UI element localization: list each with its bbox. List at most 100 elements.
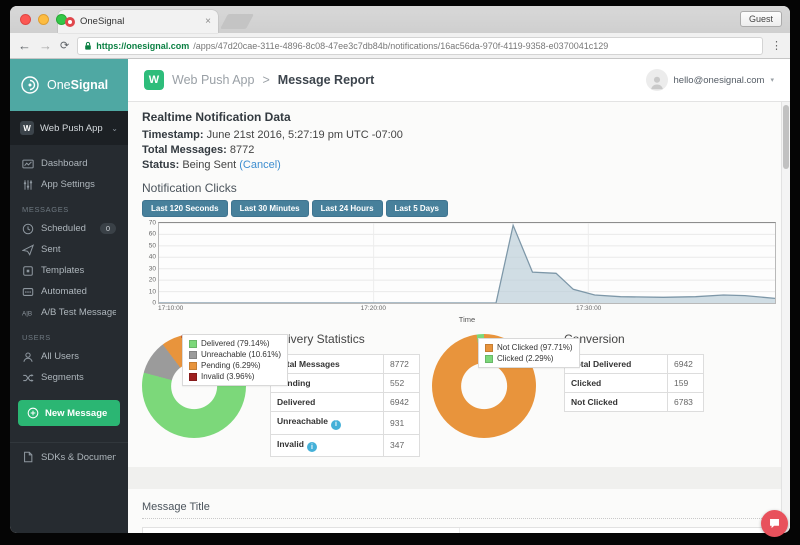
segments-icon [22, 372, 34, 384]
scrollbar[interactable] [781, 102, 790, 533]
scrollbar-thumb[interactable] [783, 105, 789, 169]
conversion-donut-legend: Not Clicked (97.71%) Clicked (2.29%) [478, 338, 580, 368]
reload-icon[interactable]: ⟳ [60, 39, 69, 52]
new-tab-button[interactable] [220, 14, 254, 29]
sidebar-item-label: Dashboard [41, 158, 88, 169]
table-row-invalid: Invalid i 347 [270, 433, 420, 457]
brand-header[interactable]: OneSignal [10, 59, 128, 111]
forward-icon[interactable]: → [39, 39, 52, 52]
browser-menu-icon[interactable]: ⋮ [771, 39, 782, 52]
breadcrumb-separator: > [262, 73, 270, 87]
avatar [645, 69, 668, 91]
clicks-chart-x-axis: 17:10:00 17:20:00 17:30:00 [158, 304, 776, 315]
chat-bubble-icon [770, 519, 779, 529]
browser-tab[interactable]: OneSignal × [58, 10, 218, 33]
chevron-down-icon: ⌄ [111, 123, 118, 133]
dashboard-icon [22, 158, 34, 170]
close-window-button[interactable] [20, 14, 31, 25]
ab-icon: A|B [22, 307, 34, 319]
user-menu[interactable]: hello@onesignal.com ▾ [645, 69, 774, 91]
sidebar-item-label: App Settings [41, 179, 95, 190]
sidebar-item-automated[interactable]: Automated [10, 281, 128, 302]
range-button-last-24-hours[interactable]: Last 24 Hours [311, 200, 383, 217]
total-messages-line: Total Messages: 8772 [142, 144, 255, 156]
tab-close-icon[interactable]: × [205, 16, 211, 27]
y-axis-tick: 50 [148, 242, 156, 250]
sidebar-item-label: Segments [41, 372, 84, 383]
stat-label: Not Clicked [564, 392, 668, 412]
table-row-unreachable: Unreachable i 931 [270, 411, 420, 435]
address-bar[interactable]: https://onesignal.com /apps/47d20cae-311… [77, 36, 763, 55]
svg-text:A|B: A|B [22, 310, 32, 317]
user-email: hello@onesignal.com [673, 74, 765, 86]
app-selector-label: Web Push App [40, 122, 103, 134]
tab-title: OneSignal [80, 16, 125, 27]
guest-profile-button[interactable]: Guest [739, 11, 782, 27]
sidebar-item-label: Sent [41, 244, 61, 255]
nav-section-users: USERS [22, 333, 51, 342]
automated-icon [22, 286, 34, 298]
table-row-pending: Pending 552 [270, 373, 420, 393]
table-row-total-messages: Total Messages 8772 [270, 354, 420, 374]
stat-value: 931 [383, 411, 420, 435]
message-title-value: New notification features in iOS 10 📱 [460, 528, 776, 533]
page-header: W Web Push App > Message Report hello@on… [128, 59, 790, 102]
stat-label: Clicked [564, 373, 668, 393]
clicks-chart-plot: 0 10 20 30 40 50 60 70 [149, 220, 776, 307]
message-title-language: English [143, 528, 460, 533]
info-icon[interactable]: i [331, 419, 342, 430]
legend-swatch [189, 350, 197, 359]
new-message-button[interactable]: New Message [18, 400, 120, 426]
chat-support-button[interactable] [761, 510, 788, 537]
report-title: Realtime Notification Data [142, 110, 291, 124]
sidebar-item-sdks-documentation[interactable]: SDKs & Documentation [10, 442, 128, 463]
delivery-statistics-table: Total Messages 8772 Pending 552 Delivered 694… [270, 354, 420, 457]
plus-circle-icon [27, 407, 39, 419]
back-icon[interactable]: ← [18, 39, 31, 52]
stats-row: Delivered (79.14%) Unreachable (10.61%) Pe… [142, 330, 776, 457]
y-axis-tick: 60 [148, 230, 156, 238]
breadcrumb-app[interactable]: Web Push App [172, 73, 254, 87]
legend-item-delivered: Delivered (79.14%) [189, 338, 281, 349]
clock-icon [22, 223, 34, 235]
stat-label: Delivered [270, 392, 384, 412]
message-panel: Message Title English New notification f… [128, 489, 790, 533]
table-row-not-clicked: Not Clicked 6783 [564, 392, 704, 412]
status-line: Status: Being Sent (Cancel) [142, 159, 281, 171]
info-icon[interactable]: i [306, 442, 317, 452]
breadcrumb-page: Message Report [277, 73, 375, 87]
sidebar-item-a-b-test-messages[interactable]: A|B A/B Test Messages [10, 302, 128, 323]
minimize-window-button[interactable] [38, 14, 49, 25]
browser-toolbar: ← → ⟳ https://onesignal.com /apps/47d20c… [10, 33, 790, 59]
legend-item-not-clicked: Not Clicked (97.71%) [485, 342, 573, 353]
legend-swatch [189, 339, 197, 348]
sidebar-item-templates[interactable]: Templates [10, 260, 128, 281]
sidebar-item-segments[interactable]: Segments [10, 367, 128, 388]
settings-icon [22, 179, 34, 191]
delivery-statistics-title: Delivery Statistics [270, 332, 365, 346]
table-row-clicked: Clicked 159 [564, 373, 704, 393]
sidebar-item-app-settings[interactable]: App Settings [10, 174, 128, 195]
stat-value: 159 [667, 373, 704, 393]
doc-icon [22, 451, 34, 463]
app-selector[interactable]: W Web Push App ⌄ [10, 111, 128, 145]
sidebar-item-dashboard[interactable]: Dashboard [10, 153, 128, 174]
range-button-last-5-days[interactable]: Last 5 Days [385, 200, 448, 217]
lock-icon [84, 41, 92, 51]
cancel-link[interactable]: (Cancel) [239, 159, 281, 171]
sidebar-item-scheduled[interactable]: Scheduled 0 [10, 218, 128, 239]
timestamp-line: Timestamp: June 21st 2016, 5:27:19 pm UT… [142, 129, 403, 141]
table-row-total-delivered: Total Delivered 6942 [564, 354, 704, 374]
range-button-last-120-seconds[interactable]: Last 120 Seconds [142, 200, 228, 217]
conversion-donut-chart: Not Clicked (97.71%) Clicked (2.29%) [432, 330, 580, 442]
legend-label: Invalid (3.96%) [201, 372, 255, 381]
sidebar-item-sent[interactable]: Sent [10, 239, 128, 260]
user-icon [22, 351, 34, 363]
y-axis-tick: 0 [152, 299, 156, 307]
range-button-last-30-minutes[interactable]: Last 30 Minutes [230, 200, 309, 217]
template-icon [22, 265, 34, 277]
conversion-title: Conversion [564, 332, 625, 346]
sidebar-item-all-users[interactable]: All Users [10, 346, 128, 367]
caret-down-icon: ▾ [770, 77, 774, 84]
window-controls [20, 14, 67, 25]
